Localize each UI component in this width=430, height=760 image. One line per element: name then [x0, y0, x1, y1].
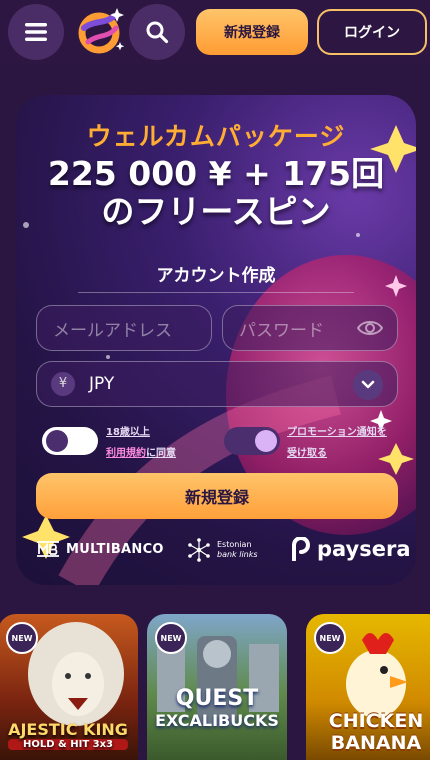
terms-link[interactable]: 利用規約	[106, 448, 146, 459]
signup-submit-button[interactable]: 新規登録	[36, 473, 398, 519]
top-header: 新規登録 ログイン	[0, 0, 430, 64]
network-icon	[188, 538, 210, 562]
search-button[interactable]	[129, 4, 185, 60]
promo-notification-label: プロモーション通知を 受け取る	[287, 422, 387, 464]
estonian-bank-links-logo: Estonian bank links	[186, 537, 258, 563]
new-badge: NEW	[6, 622, 38, 654]
paysera-text: paysera	[317, 537, 411, 561]
game-card-majestic-king[interactable]: NEW AJESTIC KING HOLD & HIT 3x3	[0, 614, 138, 760]
game-title: CHICKEN BANANA	[306, 710, 430, 754]
create-account-title: アカウント作成	[156, 266, 276, 286]
estonian-line-2: bank links	[217, 550, 258, 559]
currency-dropdown-toggle[interactable]	[353, 370, 383, 400]
paysera-icon	[292, 537, 310, 561]
hamburger-icon	[25, 23, 47, 41]
registration-card: ウェルカムパッケージ 225 000 ¥ + 175回 のフリースピン アカウン…	[16, 95, 416, 585]
email-placeholder: メールアドレス	[53, 320, 172, 341]
game-card-chicken-banana[interactable]: NEW CHICKEN BANANA	[306, 614, 430, 760]
game-title-line-1: CHICKEN	[328, 710, 424, 732]
terms-line: 利用規約に同意	[106, 443, 176, 464]
bonus-line-1: 225 000 ¥ + 175回	[47, 154, 385, 193]
promo-text-line-2: 受け取る	[287, 448, 327, 459]
eye-icon[interactable]	[357, 318, 383, 338]
age-terms-label: 18歳以上 利用規約に同意	[106, 422, 176, 464]
game-title-line-1: AJESTIC KING	[8, 720, 128, 739]
new-badge: NEW	[155, 622, 187, 654]
bonus-line-2: のフリースピン	[101, 192, 331, 231]
multibanco-logo: MULTIBANCO	[36, 539, 164, 559]
site-logo[interactable]	[70, 2, 128, 60]
new-badge: NEW	[314, 622, 346, 654]
chevron-down-icon	[361, 380, 375, 389]
age-confirm-text: 18歳以上	[106, 427, 150, 438]
age-terms-toggle[interactable]	[42, 427, 98, 455]
title-divider	[78, 292, 354, 293]
game-title-line-2: BANANA	[330, 732, 422, 754]
password-placeholder: パスワード	[239, 320, 324, 341]
signup-button-header[interactable]: 新規登録	[196, 9, 308, 55]
game-title: AJESTIC KING HOLD & HIT 3x3	[0, 720, 138, 750]
currency-value: JPY	[89, 374, 115, 394]
multibanco-icon	[37, 541, 59, 557]
menu-button[interactable]	[8, 4, 64, 60]
estonian-line-1: Estonian	[217, 540, 252, 549]
game-card-quest-excalibucks[interactable]: NEW QUEST EXCALIBUCKS	[147, 614, 287, 760]
paysera-logo: paysera	[290, 537, 411, 561]
currency-select[interactable]: ¥ JPY	[36, 361, 398, 407]
toggle-knob	[255, 430, 277, 452]
password-field[interactable]: パスワード	[222, 305, 398, 351]
email-field[interactable]: メールアドレス	[36, 305, 212, 351]
terms-suffix: に同意	[146, 448, 176, 459]
promo-notification-toggle[interactable]	[224, 427, 280, 455]
welcome-package-title: ウェルカムパッケージ	[86, 122, 346, 151]
multibanco-text: MULTIBANCO	[66, 541, 164, 557]
game-title: QUEST EXCALIBUCKS	[147, 686, 287, 730]
game-title-line-2: EXCALIBUCKS	[155, 711, 279, 730]
login-button[interactable]: ログイン	[317, 9, 427, 55]
games-row: NEW AJESTIC KING HOLD & HIT 3x3 NEW QUES…	[0, 604, 430, 760]
promo-text-line-1: プロモーション通知を	[287, 427, 387, 438]
bonus-headline: 225 000 ¥ + 175回 のフリースピン	[16, 155, 416, 231]
estonian-text: Estonian bank links	[217, 540, 258, 560]
game-title-line-2: HOLD & HIT 3x3	[8, 739, 128, 750]
game-title-line-1: QUEST	[175, 686, 259, 711]
search-icon	[146, 21, 169, 44]
yen-icon: ¥	[51, 372, 75, 396]
toggle-knob	[46, 430, 68, 452]
